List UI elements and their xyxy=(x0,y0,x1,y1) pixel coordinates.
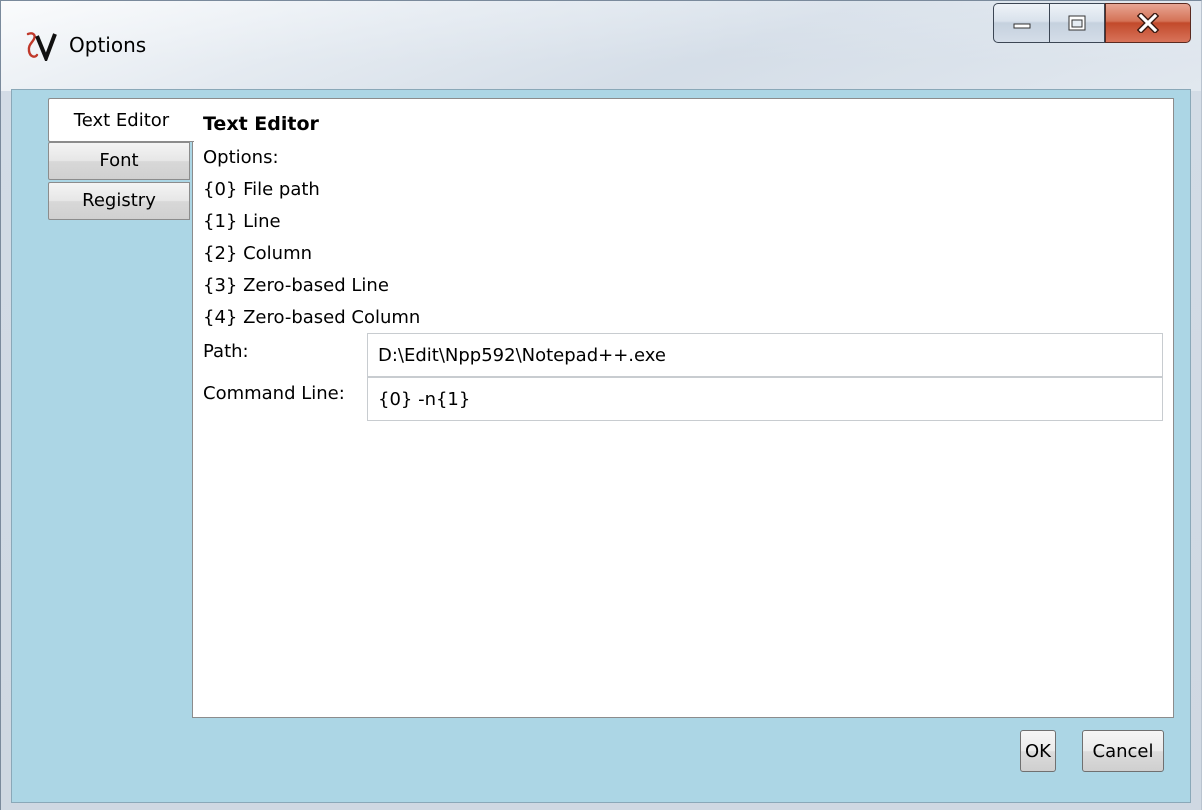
minimize-icon xyxy=(1013,23,1030,29)
options-heading: Options: xyxy=(203,147,279,168)
close-button[interactable] xyxy=(1105,3,1191,43)
tab-strip: Text Editor Font Registry xyxy=(48,98,194,222)
ok-button[interactable]: OK xyxy=(1020,730,1056,772)
app-logo-icon xyxy=(26,32,57,61)
tab-font[interactable]: Font xyxy=(48,142,190,180)
window-title: Options xyxy=(69,33,147,57)
tab-registry[interactable]: Registry xyxy=(48,182,190,220)
option-column: {2} Column xyxy=(203,243,313,264)
title-bar[interactable]: Options xyxy=(1,1,1201,89)
close-icon xyxy=(1137,13,1159,33)
path-label: Path: xyxy=(203,341,249,362)
path-input[interactable] xyxy=(367,333,1163,377)
client-area: Text Editor Font Registry Text Editor Op… xyxy=(11,89,1191,803)
option-line: {1} Line xyxy=(203,211,281,232)
option-file-path: {0} File path xyxy=(203,179,320,200)
tab-text-editor[interactable]: Text Editor xyxy=(48,98,194,142)
command-line-input[interactable] xyxy=(367,377,1163,421)
minimize-button[interactable] xyxy=(993,3,1049,43)
command-line-label: Command Line: xyxy=(203,383,345,404)
options-window: Options Text Editor Font Registry Text E… xyxy=(0,0,1202,810)
cancel-button[interactable]: Cancel xyxy=(1082,730,1164,772)
option-zero-based-column: {4} Zero-based Column xyxy=(203,307,421,328)
maximize-button[interactable] xyxy=(1049,3,1105,43)
maximize-icon xyxy=(1068,15,1086,31)
option-zero-based-line: {3} Zero-based Line xyxy=(203,275,389,296)
text-editor-panel: Text Editor Options: {0} File path {1} L… xyxy=(192,98,1174,718)
caption-buttons xyxy=(993,3,1191,43)
panel-title: Text Editor xyxy=(203,113,319,135)
